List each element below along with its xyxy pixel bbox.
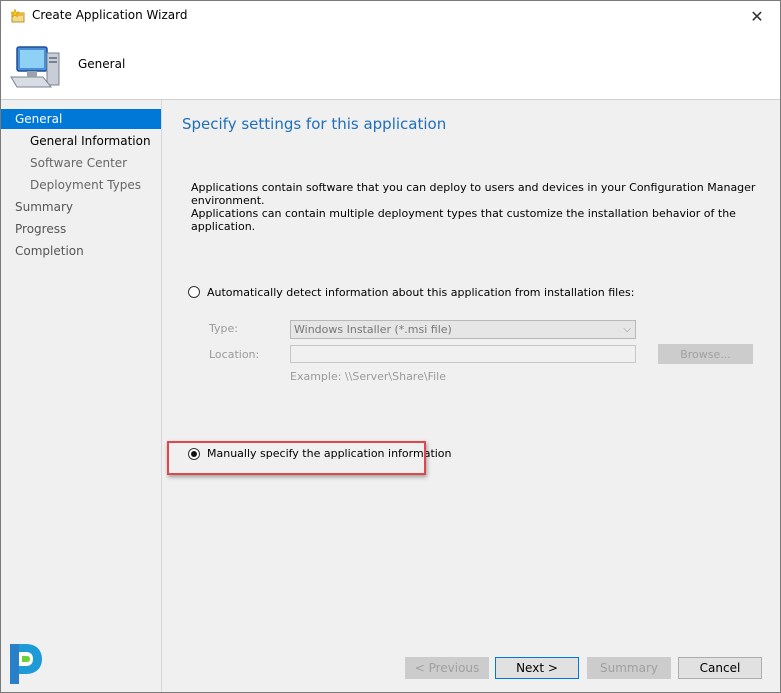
header-title: General (78, 57, 126, 71)
summary-button[interactable]: Summary (587, 657, 671, 679)
sidebar-item-deployment-types[interactable]: Deployment Types (1, 175, 161, 195)
close-button[interactable]: ✕ (734, 1, 780, 32)
window-title: Create Application Wizard (32, 8, 188, 22)
computer-monitor-icon (10, 46, 60, 88)
auto-detect-radio[interactable] (188, 286, 200, 298)
sidebar-item-general-information[interactable]: General Information (1, 131, 161, 151)
chevron-down-icon: ⌵ (623, 324, 631, 335)
wizard-sidebar: General General Information Software Cen… (1, 100, 162, 692)
close-icon: ✕ (750, 7, 764, 26)
location-label: Location: (209, 348, 260, 361)
type-select-value: Windows Installer (*.msi file) (294, 323, 452, 336)
title-bar: Create Application Wizard ✕ (1, 1, 780, 33)
location-example: Example: \\Server\Share\File (290, 370, 446, 383)
sidebar-item-summary[interactable]: Summary (1, 197, 161, 217)
next-button[interactable]: Next > (495, 657, 579, 679)
intro-line-1: Applications contain software that you c… (191, 181, 756, 207)
highlight-box (167, 441, 426, 475)
intro-text: Applications contain software that you c… (191, 181, 771, 233)
cancel-button[interactable]: Cancel (678, 657, 762, 679)
type-label: Type: (209, 322, 238, 335)
sidebar-item-software-center[interactable]: Software Center (1, 153, 161, 173)
brand-logo (10, 644, 42, 684)
auto-detect-label[interactable]: Automatically detect information about t… (207, 286, 634, 299)
intro-line-2: Applications can contain multiple deploy… (191, 207, 736, 233)
browse-button[interactable]: Browse... (658, 344, 753, 364)
sidebar-item-completion[interactable]: Completion (1, 241, 161, 261)
wizard-header: General (1, 33, 780, 100)
location-input[interactable] (290, 345, 636, 363)
wizard-content: Specify settings for this application Ap… (162, 100, 780, 692)
wizard-star-icon (10, 9, 25, 23)
sidebar-item-general[interactable]: General (1, 109, 161, 129)
wizard-window: Create Application Wizard ✕ General Gene… (0, 0, 781, 693)
previous-button[interactable]: < Previous (405, 657, 489, 679)
type-select[interactable]: Windows Installer (*.msi file) ⌵ (290, 320, 636, 339)
sidebar-item-progress[interactable]: Progress (1, 219, 161, 239)
page-title: Specify settings for this application (182, 115, 447, 133)
